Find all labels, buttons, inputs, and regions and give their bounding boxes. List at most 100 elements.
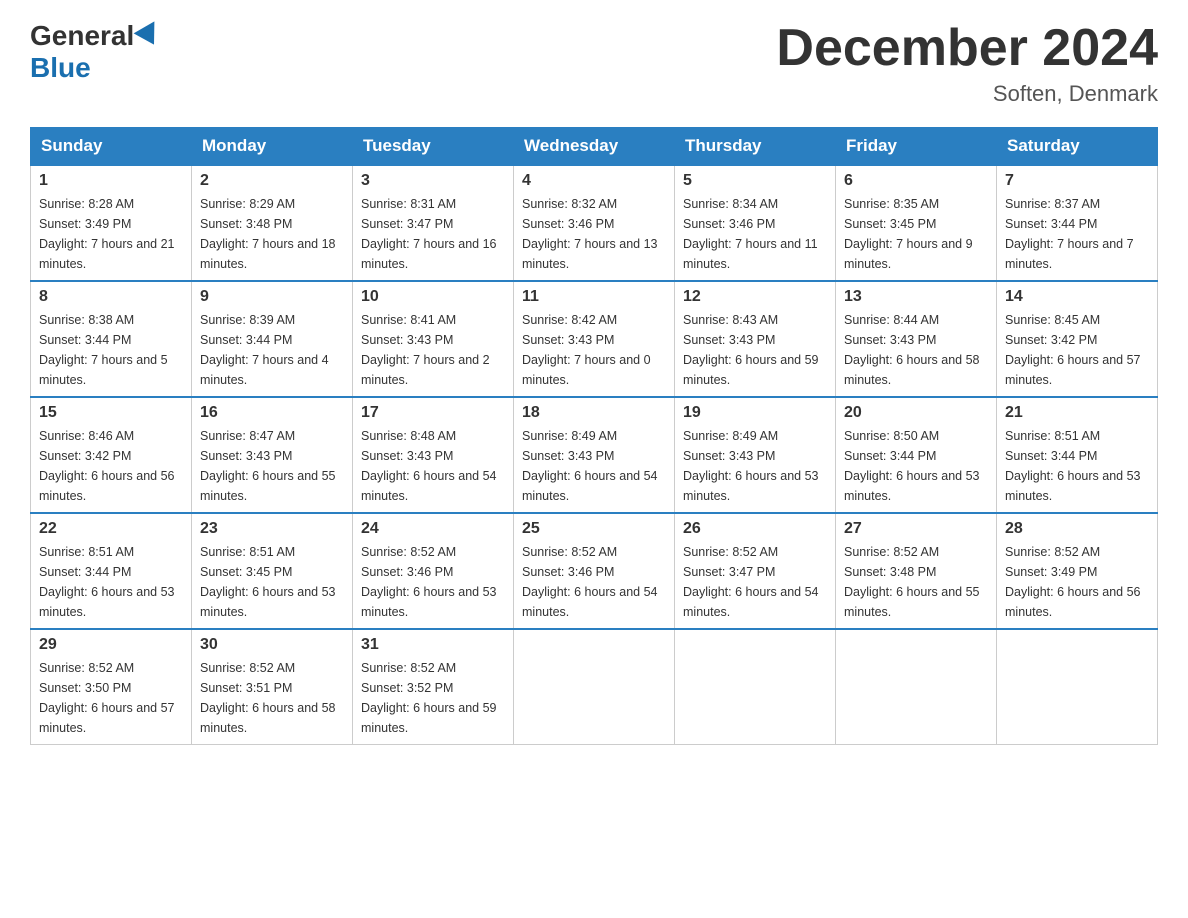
day-info: Sunrise: 8:49 AM Sunset: 3:43 PM Dayligh… <box>683 426 827 506</box>
day-number: 26 <box>683 520 827 538</box>
day-info: Sunrise: 8:29 AM Sunset: 3:48 PM Dayligh… <box>200 194 344 274</box>
day-info: Sunrise: 8:34 AM Sunset: 3:46 PM Dayligh… <box>683 194 827 274</box>
table-row <box>675 629 836 745</box>
calendar-week-row: 22 Sunrise: 8:51 AM Sunset: 3:44 PM Dayl… <box>31 513 1158 629</box>
day-number: 31 <box>361 636 505 654</box>
day-info: Sunrise: 8:51 AM Sunset: 3:44 PM Dayligh… <box>39 542 183 622</box>
day-number: 10 <box>361 288 505 306</box>
table-row: 24 Sunrise: 8:52 AM Sunset: 3:46 PM Dayl… <box>353 513 514 629</box>
day-info: Sunrise: 8:52 AM Sunset: 3:46 PM Dayligh… <box>522 542 666 622</box>
day-info: Sunrise: 8:32 AM Sunset: 3:46 PM Dayligh… <box>522 194 666 274</box>
day-info: Sunrise: 8:51 AM Sunset: 3:44 PM Dayligh… <box>1005 426 1149 506</box>
day-number: 17 <box>361 404 505 422</box>
day-number: 24 <box>361 520 505 538</box>
logo: General Blue <box>30 20 164 84</box>
table-row: 1 Sunrise: 8:28 AM Sunset: 3:49 PM Dayli… <box>31 165 192 281</box>
header-monday: Monday <box>192 128 353 166</box>
day-number: 12 <box>683 288 827 306</box>
day-info: Sunrise: 8:52 AM Sunset: 3:46 PM Dayligh… <box>361 542 505 622</box>
day-info: Sunrise: 8:52 AM Sunset: 3:49 PM Dayligh… <box>1005 542 1149 622</box>
calendar-week-row: 8 Sunrise: 8:38 AM Sunset: 3:44 PM Dayli… <box>31 281 1158 397</box>
day-info: Sunrise: 8:39 AM Sunset: 3:44 PM Dayligh… <box>200 310 344 390</box>
day-info: Sunrise: 8:43 AM Sunset: 3:43 PM Dayligh… <box>683 310 827 390</box>
day-number: 19 <box>683 404 827 422</box>
day-info: Sunrise: 8:38 AM Sunset: 3:44 PM Dayligh… <box>39 310 183 390</box>
table-row: 21 Sunrise: 8:51 AM Sunset: 3:44 PM Dayl… <box>997 397 1158 513</box>
table-row: 28 Sunrise: 8:52 AM Sunset: 3:49 PM Dayl… <box>997 513 1158 629</box>
day-number: 4 <box>522 172 666 190</box>
month-title: December 2024 <box>776 20 1158 77</box>
day-info: Sunrise: 8:46 AM Sunset: 3:42 PM Dayligh… <box>39 426 183 506</box>
location-label: Soften, Denmark <box>776 81 1158 107</box>
day-number: 21 <box>1005 404 1149 422</box>
table-row: 13 Sunrise: 8:44 AM Sunset: 3:43 PM Dayl… <box>836 281 997 397</box>
day-info: Sunrise: 8:48 AM Sunset: 3:43 PM Dayligh… <box>361 426 505 506</box>
day-info: Sunrise: 8:44 AM Sunset: 3:43 PM Dayligh… <box>844 310 988 390</box>
table-row: 23 Sunrise: 8:51 AM Sunset: 3:45 PM Dayl… <box>192 513 353 629</box>
day-info: Sunrise: 8:41 AM Sunset: 3:43 PM Dayligh… <box>361 310 505 390</box>
table-row <box>514 629 675 745</box>
day-number: 23 <box>200 520 344 538</box>
table-row: 3 Sunrise: 8:31 AM Sunset: 3:47 PM Dayli… <box>353 165 514 281</box>
table-row: 18 Sunrise: 8:49 AM Sunset: 3:43 PM Dayl… <box>514 397 675 513</box>
table-row: 5 Sunrise: 8:34 AM Sunset: 3:46 PM Dayli… <box>675 165 836 281</box>
day-info: Sunrise: 8:51 AM Sunset: 3:45 PM Dayligh… <box>200 542 344 622</box>
day-number: 1 <box>39 172 183 190</box>
day-number: 15 <box>39 404 183 422</box>
calendar-header-row: Sunday Monday Tuesday Wednesday Thursday… <box>31 128 1158 166</box>
title-section: December 2024 Soften, Denmark <box>776 20 1158 107</box>
table-row: 10 Sunrise: 8:41 AM Sunset: 3:43 PM Dayl… <box>353 281 514 397</box>
day-info: Sunrise: 8:52 AM Sunset: 3:52 PM Dayligh… <box>361 658 505 738</box>
day-info: Sunrise: 8:52 AM Sunset: 3:51 PM Dayligh… <box>200 658 344 738</box>
table-row: 30 Sunrise: 8:52 AM Sunset: 3:51 PM Dayl… <box>192 629 353 745</box>
day-number: 28 <box>1005 520 1149 538</box>
table-row: 14 Sunrise: 8:45 AM Sunset: 3:42 PM Dayl… <box>997 281 1158 397</box>
header-sunday: Sunday <box>31 128 192 166</box>
day-number: 16 <box>200 404 344 422</box>
day-number: 7 <box>1005 172 1149 190</box>
day-number: 13 <box>844 288 988 306</box>
day-number: 27 <box>844 520 988 538</box>
table-row: 31 Sunrise: 8:52 AM Sunset: 3:52 PM Dayl… <box>353 629 514 745</box>
table-row: 8 Sunrise: 8:38 AM Sunset: 3:44 PM Dayli… <box>31 281 192 397</box>
table-row: 20 Sunrise: 8:50 AM Sunset: 3:44 PM Dayl… <box>836 397 997 513</box>
day-number: 25 <box>522 520 666 538</box>
day-info: Sunrise: 8:47 AM Sunset: 3:43 PM Dayligh… <box>200 426 344 506</box>
page-header: General Blue December 2024 Soften, Denma… <box>30 20 1158 107</box>
table-row: 6 Sunrise: 8:35 AM Sunset: 3:45 PM Dayli… <box>836 165 997 281</box>
day-number: 30 <box>200 636 344 654</box>
table-row <box>836 629 997 745</box>
day-number: 6 <box>844 172 988 190</box>
table-row: 11 Sunrise: 8:42 AM Sunset: 3:43 PM Dayl… <box>514 281 675 397</box>
day-number: 8 <box>39 288 183 306</box>
calendar-week-row: 1 Sunrise: 8:28 AM Sunset: 3:49 PM Dayli… <box>31 165 1158 281</box>
day-number: 3 <box>361 172 505 190</box>
table-row: 12 Sunrise: 8:43 AM Sunset: 3:43 PM Dayl… <box>675 281 836 397</box>
logo-arrow-icon <box>134 21 165 50</box>
table-row: 2 Sunrise: 8:29 AM Sunset: 3:48 PM Dayli… <box>192 165 353 281</box>
table-row: 19 Sunrise: 8:49 AM Sunset: 3:43 PM Dayl… <box>675 397 836 513</box>
day-number: 20 <box>844 404 988 422</box>
table-row: 7 Sunrise: 8:37 AM Sunset: 3:44 PM Dayli… <box>997 165 1158 281</box>
day-info: Sunrise: 8:42 AM Sunset: 3:43 PM Dayligh… <box>522 310 666 390</box>
day-info: Sunrise: 8:28 AM Sunset: 3:49 PM Dayligh… <box>39 194 183 274</box>
day-number: 22 <box>39 520 183 538</box>
calendar-week-row: 15 Sunrise: 8:46 AM Sunset: 3:42 PM Dayl… <box>31 397 1158 513</box>
day-number: 5 <box>683 172 827 190</box>
header-saturday: Saturday <box>997 128 1158 166</box>
day-number: 2 <box>200 172 344 190</box>
table-row: 9 Sunrise: 8:39 AM Sunset: 3:44 PM Dayli… <box>192 281 353 397</box>
header-thursday: Thursday <box>675 128 836 166</box>
day-info: Sunrise: 8:52 AM Sunset: 3:50 PM Dayligh… <box>39 658 183 738</box>
calendar-table: Sunday Monday Tuesday Wednesday Thursday… <box>30 127 1158 745</box>
header-tuesday: Tuesday <box>353 128 514 166</box>
table-row: 4 Sunrise: 8:32 AM Sunset: 3:46 PM Dayli… <box>514 165 675 281</box>
header-wednesday: Wednesday <box>514 128 675 166</box>
header-friday: Friday <box>836 128 997 166</box>
table-row <box>997 629 1158 745</box>
table-row: 26 Sunrise: 8:52 AM Sunset: 3:47 PM Dayl… <box>675 513 836 629</box>
day-info: Sunrise: 8:52 AM Sunset: 3:47 PM Dayligh… <box>683 542 827 622</box>
day-number: 11 <box>522 288 666 306</box>
logo-blue-text: Blue <box>30 52 91 83</box>
day-number: 29 <box>39 636 183 654</box>
